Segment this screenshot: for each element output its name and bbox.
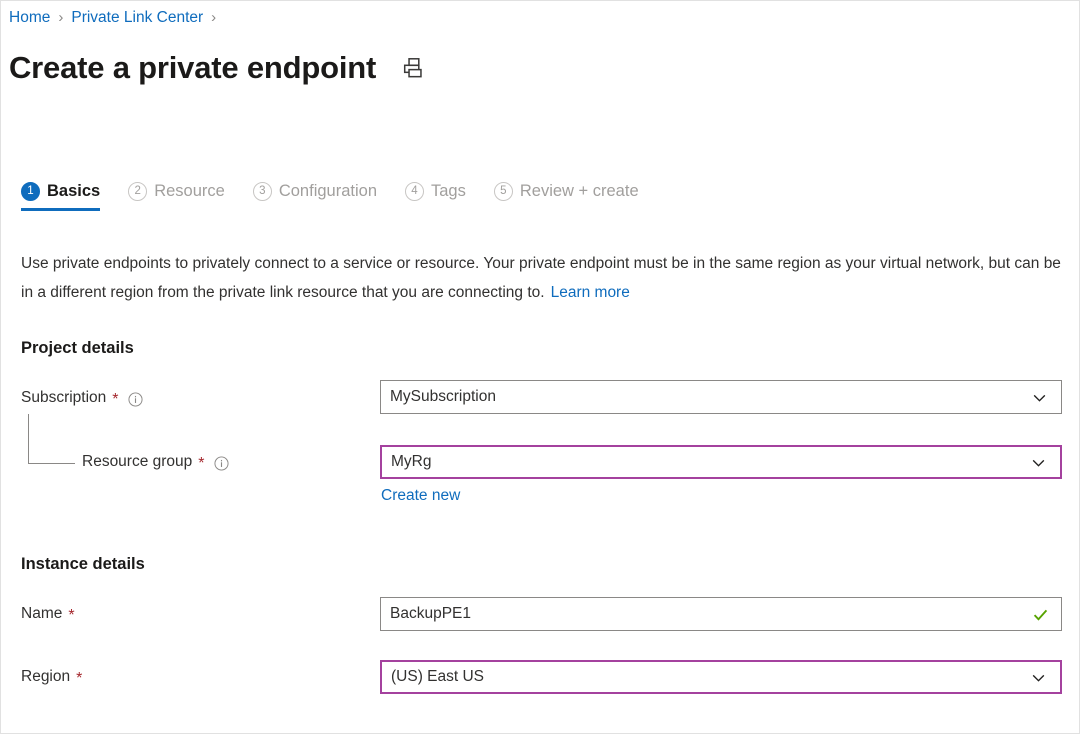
tab-resource-label: Resource <box>154 182 225 200</box>
label-name-text: Name <box>21 605 63 622</box>
breadcrumb-item-home[interactable]: Home <box>9 8 50 28</box>
tab-configuration-number: 3 <box>252 181 272 201</box>
name-value: BackupPE1 <box>390 605 471 622</box>
tab-tags-label: Tags <box>431 182 466 200</box>
tab-resource[interactable]: 2 Resource <box>128 181 225 211</box>
title-row: Create a private endpoint <box>9 48 428 88</box>
label-subscription-text: Subscription <box>21 389 107 406</box>
section-heading-instance-details: Instance details <box>21 555 145 573</box>
tab-basics-number: 1 <box>21 181 40 201</box>
region-dropdown[interactable]: (US) East US <box>380 660 1062 694</box>
required-asterisk-resource-group: * <box>198 455 205 472</box>
tab-review-create[interactable]: 5 Review + create <box>493 181 639 211</box>
chevron-down-icon-resource-group <box>1030 454 1047 471</box>
region-value: (US) East US <box>391 668 485 685</box>
tab-tags-number: 4 <box>405 181 424 201</box>
create-new-link[interactable]: Create new <box>381 487 460 505</box>
section-heading-project-details: Project details <box>21 339 134 357</box>
description-text: Use private endpoints to privately conne… <box>21 249 1066 307</box>
label-resource-group-text: Resource group <box>82 453 193 470</box>
learn-more-link[interactable]: Learn more <box>551 284 630 301</box>
required-asterisk-name: * <box>68 607 75 624</box>
breadcrumb-item-private-link-center[interactable]: Private Link Center <box>71 8 203 28</box>
label-subscription: Subscription * <box>21 389 143 408</box>
label-name: Name * <box>21 605 75 624</box>
wizard-tabs: 1 Basics 2 Resource 3 Configuration 4 Ta… <box>21 181 667 211</box>
tab-configuration[interactable]: 3 Configuration <box>252 181 377 211</box>
label-region: Region * <box>21 668 83 687</box>
required-asterisk-subscription: * <box>112 391 119 408</box>
tab-configuration-label: Configuration <box>278 182 377 200</box>
resource-group-value: MyRg <box>391 453 432 470</box>
tab-tags[interactable]: 4 Tags <box>405 181 466 211</box>
tab-review-create-number: 5 <box>493 181 513 201</box>
check-icon-name-valid <box>1031 605 1050 624</box>
tab-basics[interactable]: 1 Basics <box>21 181 101 211</box>
tab-basics-label: Basics <box>47 182 101 200</box>
tab-review-create-label: Review + create <box>519 182 639 200</box>
description-body: Use private endpoints to privately conne… <box>21 255 1061 301</box>
required-asterisk-region: * <box>76 670 83 687</box>
breadcrumb-separator-icon: › <box>58 9 64 26</box>
page-title: Create a private endpoint <box>9 50 377 85</box>
info-icon-subscription[interactable] <box>128 391 143 407</box>
chevron-down-icon-subscription <box>1031 389 1048 406</box>
label-region-text: Region <box>21 668 71 685</box>
create-private-endpoint-page: Home › Private Link Center › Create a pr… <box>0 0 1080 734</box>
name-input[interactable]: BackupPE1 <box>380 597 1062 631</box>
chevron-down-icon-region <box>1030 669 1047 686</box>
subscription-value: MySubscription <box>390 388 496 405</box>
breadcrumb: Home › Private Link Center › <box>9 8 224 28</box>
tab-resource-number: 2 <box>128 181 148 201</box>
printer-icon[interactable] <box>402 55 428 81</box>
label-resource-group: Resource group * <box>82 453 229 472</box>
info-icon-resource-group[interactable] <box>214 455 229 471</box>
breadcrumb-separator-icon-2: › <box>211 9 217 26</box>
resource-group-dropdown[interactable]: MyRg <box>380 445 1062 479</box>
tree-connector-line <box>28 414 75 464</box>
subscription-dropdown[interactable]: MySubscription <box>380 380 1062 414</box>
